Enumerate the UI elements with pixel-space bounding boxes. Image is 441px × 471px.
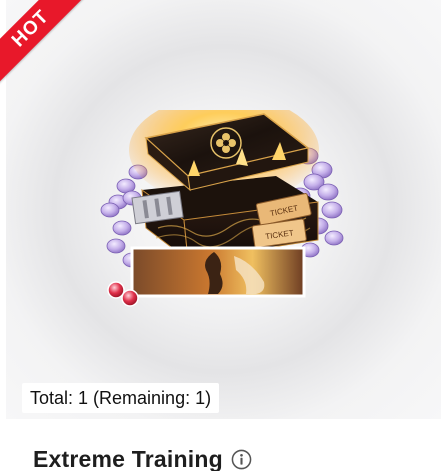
character-banner (130, 246, 306, 298)
product-image-area[interactable]: TICKET TICKET Total: 1 (Remaining: 1) (6, 0, 441, 419)
product-title-row: Extreme Training (33, 444, 252, 471)
info-icon[interactable] (231, 449, 252, 470)
treasure-chest-bundle-image: TICKET TICKET (100, 110, 344, 307)
availability-label: Total: 1 (Remaining: 1) (22, 383, 220, 413)
product-title: Extreme Training (33, 445, 223, 471)
product-card[interactable]: TICKET TICKET Total: 1 (Remaining: 1) Ex… (6, 0, 441, 471)
